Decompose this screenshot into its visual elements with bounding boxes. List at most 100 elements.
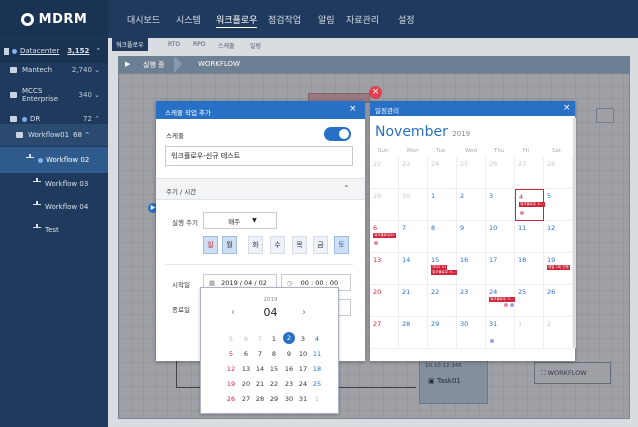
calendar-day-cell[interactable]: 28 bbox=[544, 157, 573, 189]
picker-day[interactable]: 12 bbox=[225, 365, 237, 373]
calendar-day-cell[interactable]: 22 bbox=[370, 157, 399, 189]
picker-day[interactable]: 22 bbox=[268, 380, 280, 388]
close-circle-icon[interactable]: × bbox=[369, 86, 382, 99]
sidebar-item-workflow03[interactable]: Workflow 03 bbox=[0, 172, 108, 196]
schedule-toggle[interactable] bbox=[324, 127, 351, 141]
calendar-day-cell[interactable]: 14 bbox=[399, 253, 428, 285]
subtab-alert[interactable]: 일링 bbox=[250, 41, 261, 50]
weekday-mon[interactable]: 월 bbox=[222, 236, 237, 254]
schedule-event[interactable]: 워크플로우 스... bbox=[431, 270, 457, 275]
picker-day[interactable]: 8 bbox=[268, 350, 280, 358]
calendar-day-cell[interactable]: 9 bbox=[457, 221, 486, 253]
sidebar-item-workflow02[interactable]: Workflow 02 bbox=[0, 147, 108, 173]
calendar-day-cell[interactable]: 2 bbox=[457, 189, 486, 221]
calendar-day-cell[interactable]: 25 bbox=[457, 157, 486, 189]
calendar-day-cell[interactable]: 19 매일 7회 진행 bbox=[544, 253, 573, 285]
nav-settings[interactable]: 설정 bbox=[398, 13, 415, 26]
calendar-day-cell[interactable]: 1 bbox=[428, 189, 457, 221]
picker-day[interactable]: 3 bbox=[297, 335, 309, 343]
picker-day[interactable]: 6 bbox=[240, 335, 252, 343]
nav-workflow[interactable]: 워크플로우 bbox=[216, 13, 258, 28]
calendar-day-cell[interactable]: 24 bbox=[428, 157, 457, 189]
calendar-day-cell[interactable]: 1 bbox=[515, 317, 544, 349]
calendar-day-cell[interactable]: 30 bbox=[399, 189, 428, 221]
calendar-day-cell[interactable]: 24 워크플로우 스... bbox=[486, 285, 515, 317]
picker-day[interactable]: 24 bbox=[297, 380, 309, 388]
calendar-day-cell[interactable]: 30 bbox=[457, 317, 486, 349]
sidebar-item-mccs[interactable]: MCCS Enterprise 340 ⌄ bbox=[0, 81, 108, 109]
weekday-sun[interactable]: 일 bbox=[203, 236, 218, 254]
picker-day[interactable]: 25 bbox=[311, 380, 323, 388]
calendar-day-cell[interactable]: 15 TEST 01 워크플로우 스... bbox=[428, 253, 457, 285]
picker-day[interactable]: 11 bbox=[311, 350, 323, 358]
subtab-schedule[interactable]: 스케줄 bbox=[218, 41, 235, 50]
weekday-tue[interactable]: 화 bbox=[248, 236, 263, 254]
schedule-event[interactable]: 워크플로우 스... bbox=[519, 202, 545, 207]
picker-day[interactable]: 21 bbox=[254, 380, 266, 388]
calendar-day-cell[interactable]: 6 워크플로우01 bbox=[370, 221, 399, 253]
nav-system[interactable]: 시스템 bbox=[176, 13, 201, 26]
brand-logo[interactable]: MDRM bbox=[0, 0, 108, 38]
picker-day[interactable]: 10 bbox=[297, 350, 309, 358]
picker-day[interactable]: 1 bbox=[311, 395, 323, 403]
calendar-day-cell[interactable]: 31 bbox=[486, 317, 515, 349]
calendar-day-cell[interactable]: 23 bbox=[399, 157, 428, 189]
calendar-day-cell[interactable]: 7 bbox=[399, 221, 428, 253]
calendar-day-cell[interactable]: 23 bbox=[457, 285, 486, 317]
picker-day[interactable]: 30 bbox=[283, 395, 295, 403]
calendar-day-cell[interactable]: 20 bbox=[370, 285, 399, 317]
weekday-fri[interactable]: 금 bbox=[313, 236, 328, 254]
picker-day[interactable]: 6 bbox=[240, 350, 252, 358]
sidebar-item-workflow04[interactable]: Workflow 04 bbox=[0, 195, 108, 219]
picker-day[interactable]: 15 bbox=[268, 365, 280, 373]
calendar-scrollbar[interactable] bbox=[573, 118, 576, 348]
sidebar-item-test[interactable]: Test bbox=[0, 218, 108, 242]
nav-check-task[interactable]: 점검작업 bbox=[268, 13, 301, 26]
picker-day[interactable]: 19 bbox=[225, 380, 237, 388]
calendar-day-cell[interactable]: 25 bbox=[515, 285, 544, 317]
calendar-day-cell[interactable]: 4 워크플로우 스... bbox=[515, 189, 545, 221]
dialog-close-icon[interactable]: × bbox=[349, 104, 357, 114]
calendar-day-cell[interactable]: 26 bbox=[486, 157, 515, 189]
calendar-day-cell[interactable]: 10 bbox=[486, 221, 515, 253]
schedule-event[interactable]: 워크플로우 스... bbox=[489, 297, 515, 302]
calendar-day-cell[interactable]: 17 bbox=[486, 253, 515, 285]
play-icon[interactable]: ▶ bbox=[125, 60, 130, 68]
weekday-thu[interactable]: 목 bbox=[292, 236, 307, 254]
weekday-sat[interactable]: 토 bbox=[334, 236, 349, 254]
picker-day[interactable]: 31 bbox=[297, 395, 309, 403]
subtab-rpo[interactable]: RPO bbox=[193, 41, 206, 48]
calendar-day-cell[interactable]: 16 bbox=[457, 253, 486, 285]
picker-day[interactable]: 1 bbox=[268, 335, 280, 343]
period-select[interactable]: 매주 ▼ bbox=[203, 212, 277, 229]
calendar-day-cell[interactable]: 21 bbox=[399, 285, 428, 317]
calendar-day-cell[interactable]: 3 bbox=[486, 189, 515, 221]
picker-day[interactable]: 4 bbox=[311, 335, 323, 343]
picker-day[interactable]: 23 bbox=[283, 380, 295, 388]
picker-day[interactable]: 29 bbox=[268, 395, 280, 403]
subtab-workflow[interactable]: 워크플로우 bbox=[112, 38, 148, 51]
picker-day[interactable]: 20 bbox=[240, 380, 252, 388]
calendar-day-cell[interactable]: 29 bbox=[428, 317, 457, 349]
calendar-day-cell[interactable]: 27 bbox=[370, 317, 399, 349]
schedule-close-icon[interactable]: × bbox=[563, 103, 571, 113]
calendar-day-cell[interactable]: 18 bbox=[515, 253, 544, 285]
calendar-day-cell[interactable]: 27 bbox=[515, 157, 544, 189]
picker-day[interactable]: 26 bbox=[225, 395, 237, 403]
picker-day[interactable]: 5 bbox=[225, 350, 237, 358]
sidebar-item-mantech[interactable]: Mantech 2,740 ⌄ bbox=[0, 58, 108, 82]
calendar-day-cell[interactable]: 5 bbox=[544, 189, 573, 221]
chevron-up-icon[interactable]: ⌃ bbox=[343, 184, 350, 193]
weekday-wed[interactable]: 수 bbox=[270, 236, 285, 254]
picker-day[interactable]: 16 bbox=[283, 365, 295, 373]
calendar-day-cell[interactable]: 12 bbox=[544, 221, 573, 253]
subtab-rto[interactable]: RTO bbox=[168, 41, 180, 48]
nav-dashboard[interactable]: 대시보드 bbox=[127, 13, 160, 26]
nav-alert[interactable]: 알림 bbox=[318, 13, 335, 26]
calendar-day-cell[interactable]: 11 bbox=[515, 221, 544, 253]
picker-day[interactable]: 7 bbox=[254, 350, 266, 358]
picker-day[interactable]: 18 bbox=[311, 365, 323, 373]
picker-day[interactable]: 27 bbox=[240, 395, 252, 403]
calendar-day-cell[interactable]: 22 bbox=[428, 285, 457, 317]
picker-day[interactable]: 9 bbox=[283, 350, 295, 358]
